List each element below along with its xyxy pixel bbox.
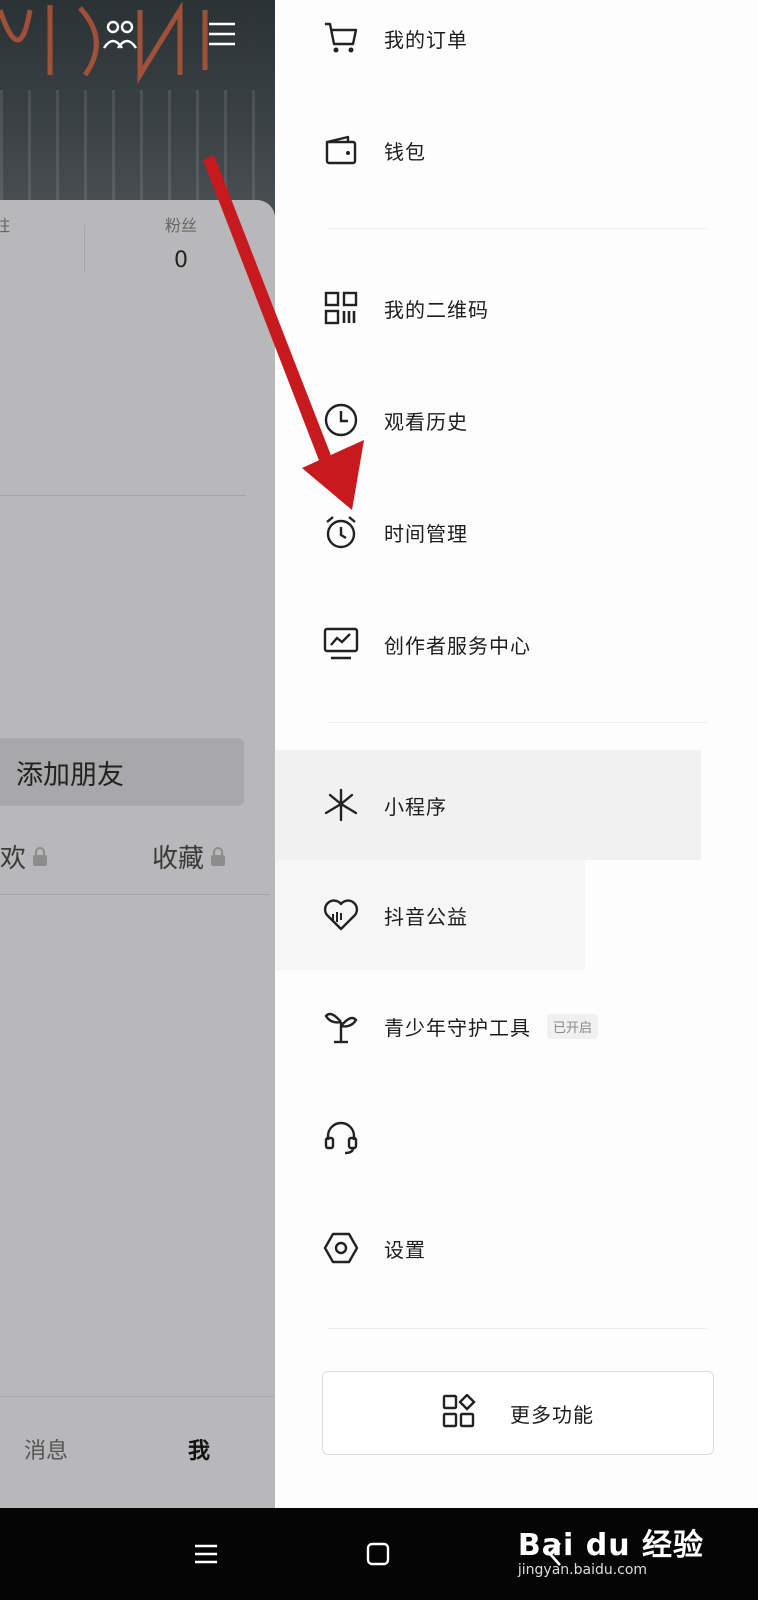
menu-item-label: 钱包: [384, 139, 426, 164]
side-drawer-menu: 我的订单 钱包 我的二维码 观看历史 时间管理 创作者服务中心 小程序 抖音公益…: [275, 0, 758, 1508]
stat-value: 0: [174, 248, 188, 273]
qr-code-icon: [323, 290, 359, 326]
stat-followers[interactable]: 粉丝 0: [160, 212, 202, 273]
divider: [327, 1328, 707, 1329]
add-friend-button[interactable]: 添加朋友: [0, 738, 244, 806]
menu-item-label: 观看历史: [384, 409, 468, 434]
menu-item-creator-center[interactable]: 创作者服务中心: [275, 596, 758, 692]
watermark-url: jingyan.baidu.com: [517, 1562, 648, 1578]
menu-item-youth-protection[interactable]: 青少年守护工具 已开启: [275, 978, 758, 1074]
stat-following[interactable]: 柱: [0, 212, 10, 236]
menu-item-label: 青少年守护工具: [384, 1015, 531, 1040]
menu-item-qr-code[interactable]: 我的二维码: [275, 260, 758, 356]
menu-item-time-management[interactable]: 时间管理: [275, 484, 758, 580]
menu-item-mini-programs[interactable]: 小程序: [275, 750, 701, 860]
monitor-chart-icon: [323, 626, 359, 662]
divider: [327, 722, 707, 723]
divider: [0, 495, 246, 496]
baidu-jingyan-watermark: Bai du 经验 jingyan.baidu.com: [518, 1520, 704, 1578]
home-icon[interactable]: [358, 1534, 398, 1574]
nav-me[interactable]: 我: [188, 1433, 210, 1465]
more-features-button[interactable]: 更多功能: [322, 1371, 714, 1455]
tab-likes[interactable]: 欢: [0, 838, 48, 875]
divider: [327, 228, 707, 229]
bottom-nav: 消息 我: [0, 1396, 275, 1508]
menu-item-label: 抖音公益: [384, 904, 468, 929]
profile-page-dimmed[interactable]: 柱 粉丝 0 添加朋友 欢 收藏 消息 我: [0, 0, 275, 1508]
cover-grid-texture: [0, 90, 275, 215]
watermark-title: Bai du 经验: [517, 1528, 704, 1563]
menu-item-watch-history[interactable]: 观看历史: [275, 372, 758, 468]
sprout-icon: [323, 1008, 359, 1044]
clock-icon: [323, 402, 359, 438]
stat-label: 粉丝: [164, 216, 197, 235]
menu-item-label: 我的订单: [384, 27, 468, 52]
lock-icon: [33, 846, 48, 866]
menu-item-settings[interactable]: 设置: [275, 1200, 758, 1296]
status-badge: 已开启: [547, 1014, 599, 1039]
tab-favorites[interactable]: 收藏: [152, 838, 226, 875]
menu-item-wallet[interactable]: 钱包: [275, 102, 758, 198]
tab-label: 欢: [0, 844, 27, 874]
headset-icon: [323, 1120, 359, 1156]
cart-icon: [323, 20, 359, 56]
hamburger-menu-icon[interactable]: [202, 14, 242, 54]
lock-icon: [211, 846, 226, 866]
more-features-label: 更多功能: [510, 1402, 594, 1427]
tab-label: 收藏: [152, 844, 205, 874]
recent-apps-icon[interactable]: [186, 1534, 226, 1574]
stat-divider: [84, 225, 85, 273]
alarm-clock-icon: [323, 514, 359, 550]
friends-icon[interactable]: [100, 14, 140, 54]
system-navigation-bar: Bai du 经验 jingyan.baidu.com: [0, 1508, 758, 1600]
wallet-icon: [323, 132, 359, 168]
menu-item-charity[interactable]: 抖音公益: [275, 860, 585, 970]
menu-item-label: 小程序: [384, 794, 447, 819]
charity-heart-icon: [323, 897, 359, 933]
stat-label: 柱: [0, 216, 11, 235]
nav-messages[interactable]: 消息: [24, 1433, 68, 1465]
divider: [0, 894, 270, 895]
settings-hexagon-icon: [323, 1230, 359, 1266]
grid-apps-icon: [442, 1393, 476, 1432]
menu-item-customer-service[interactable]: [275, 1090, 758, 1186]
mini-program-icon: [323, 787, 359, 823]
menu-item-orders[interactable]: 我的订单: [275, 0, 758, 86]
menu-item-label: 我的二维码: [384, 297, 489, 322]
menu-item-label: 设置: [384, 1237, 426, 1262]
menu-item-label: 创作者服务中心: [384, 633, 531, 658]
menu-item-label: 时间管理: [384, 521, 468, 546]
